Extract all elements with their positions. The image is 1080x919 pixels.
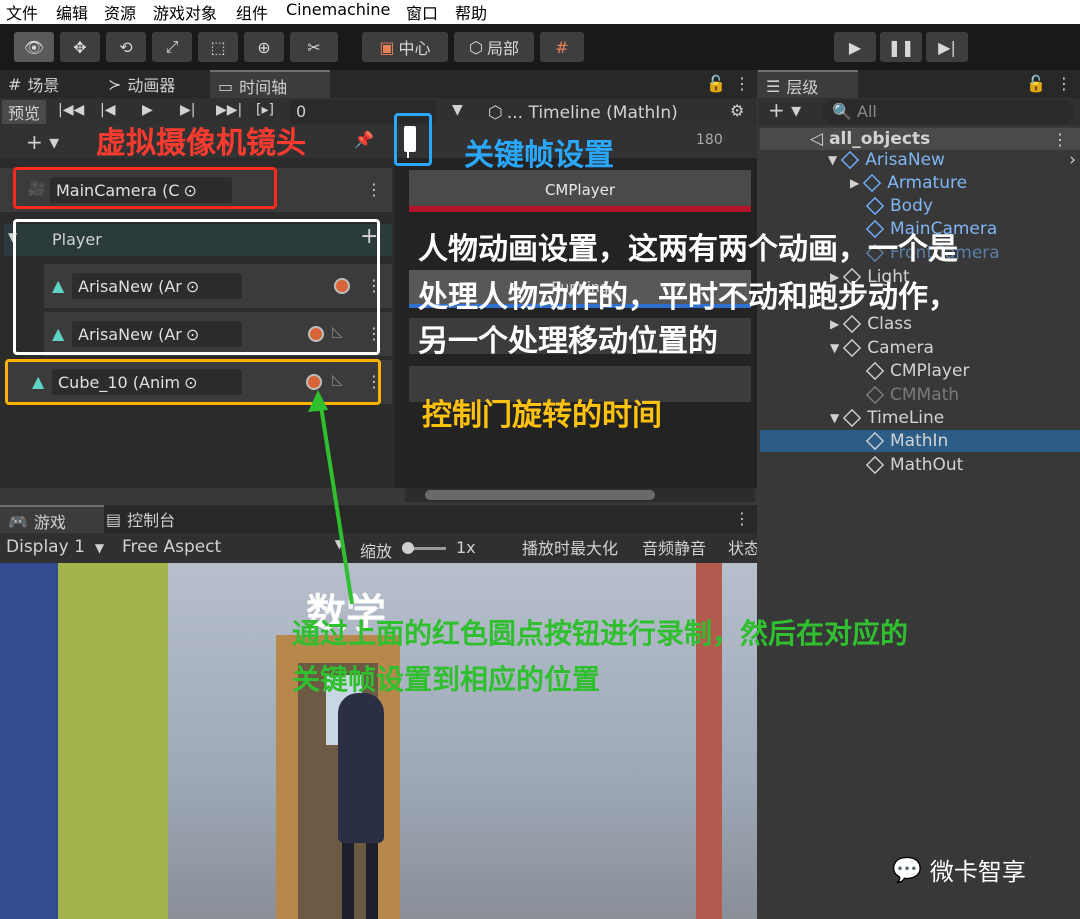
arrow-line: [318, 399, 354, 605]
watermark: 💬 微卡智享: [892, 855, 1026, 887]
annotation-arrow: [308, 390, 354, 605]
annotation-record-line2: 关键帧设置到相应的位置: [292, 663, 601, 696]
wechat-icon: 💬: [892, 855, 922, 884]
annotation-record-line1: 通过上面的红色圆点按钮进行录制，然后在对应的: [292, 617, 909, 650]
arrow-head: [308, 390, 328, 412]
